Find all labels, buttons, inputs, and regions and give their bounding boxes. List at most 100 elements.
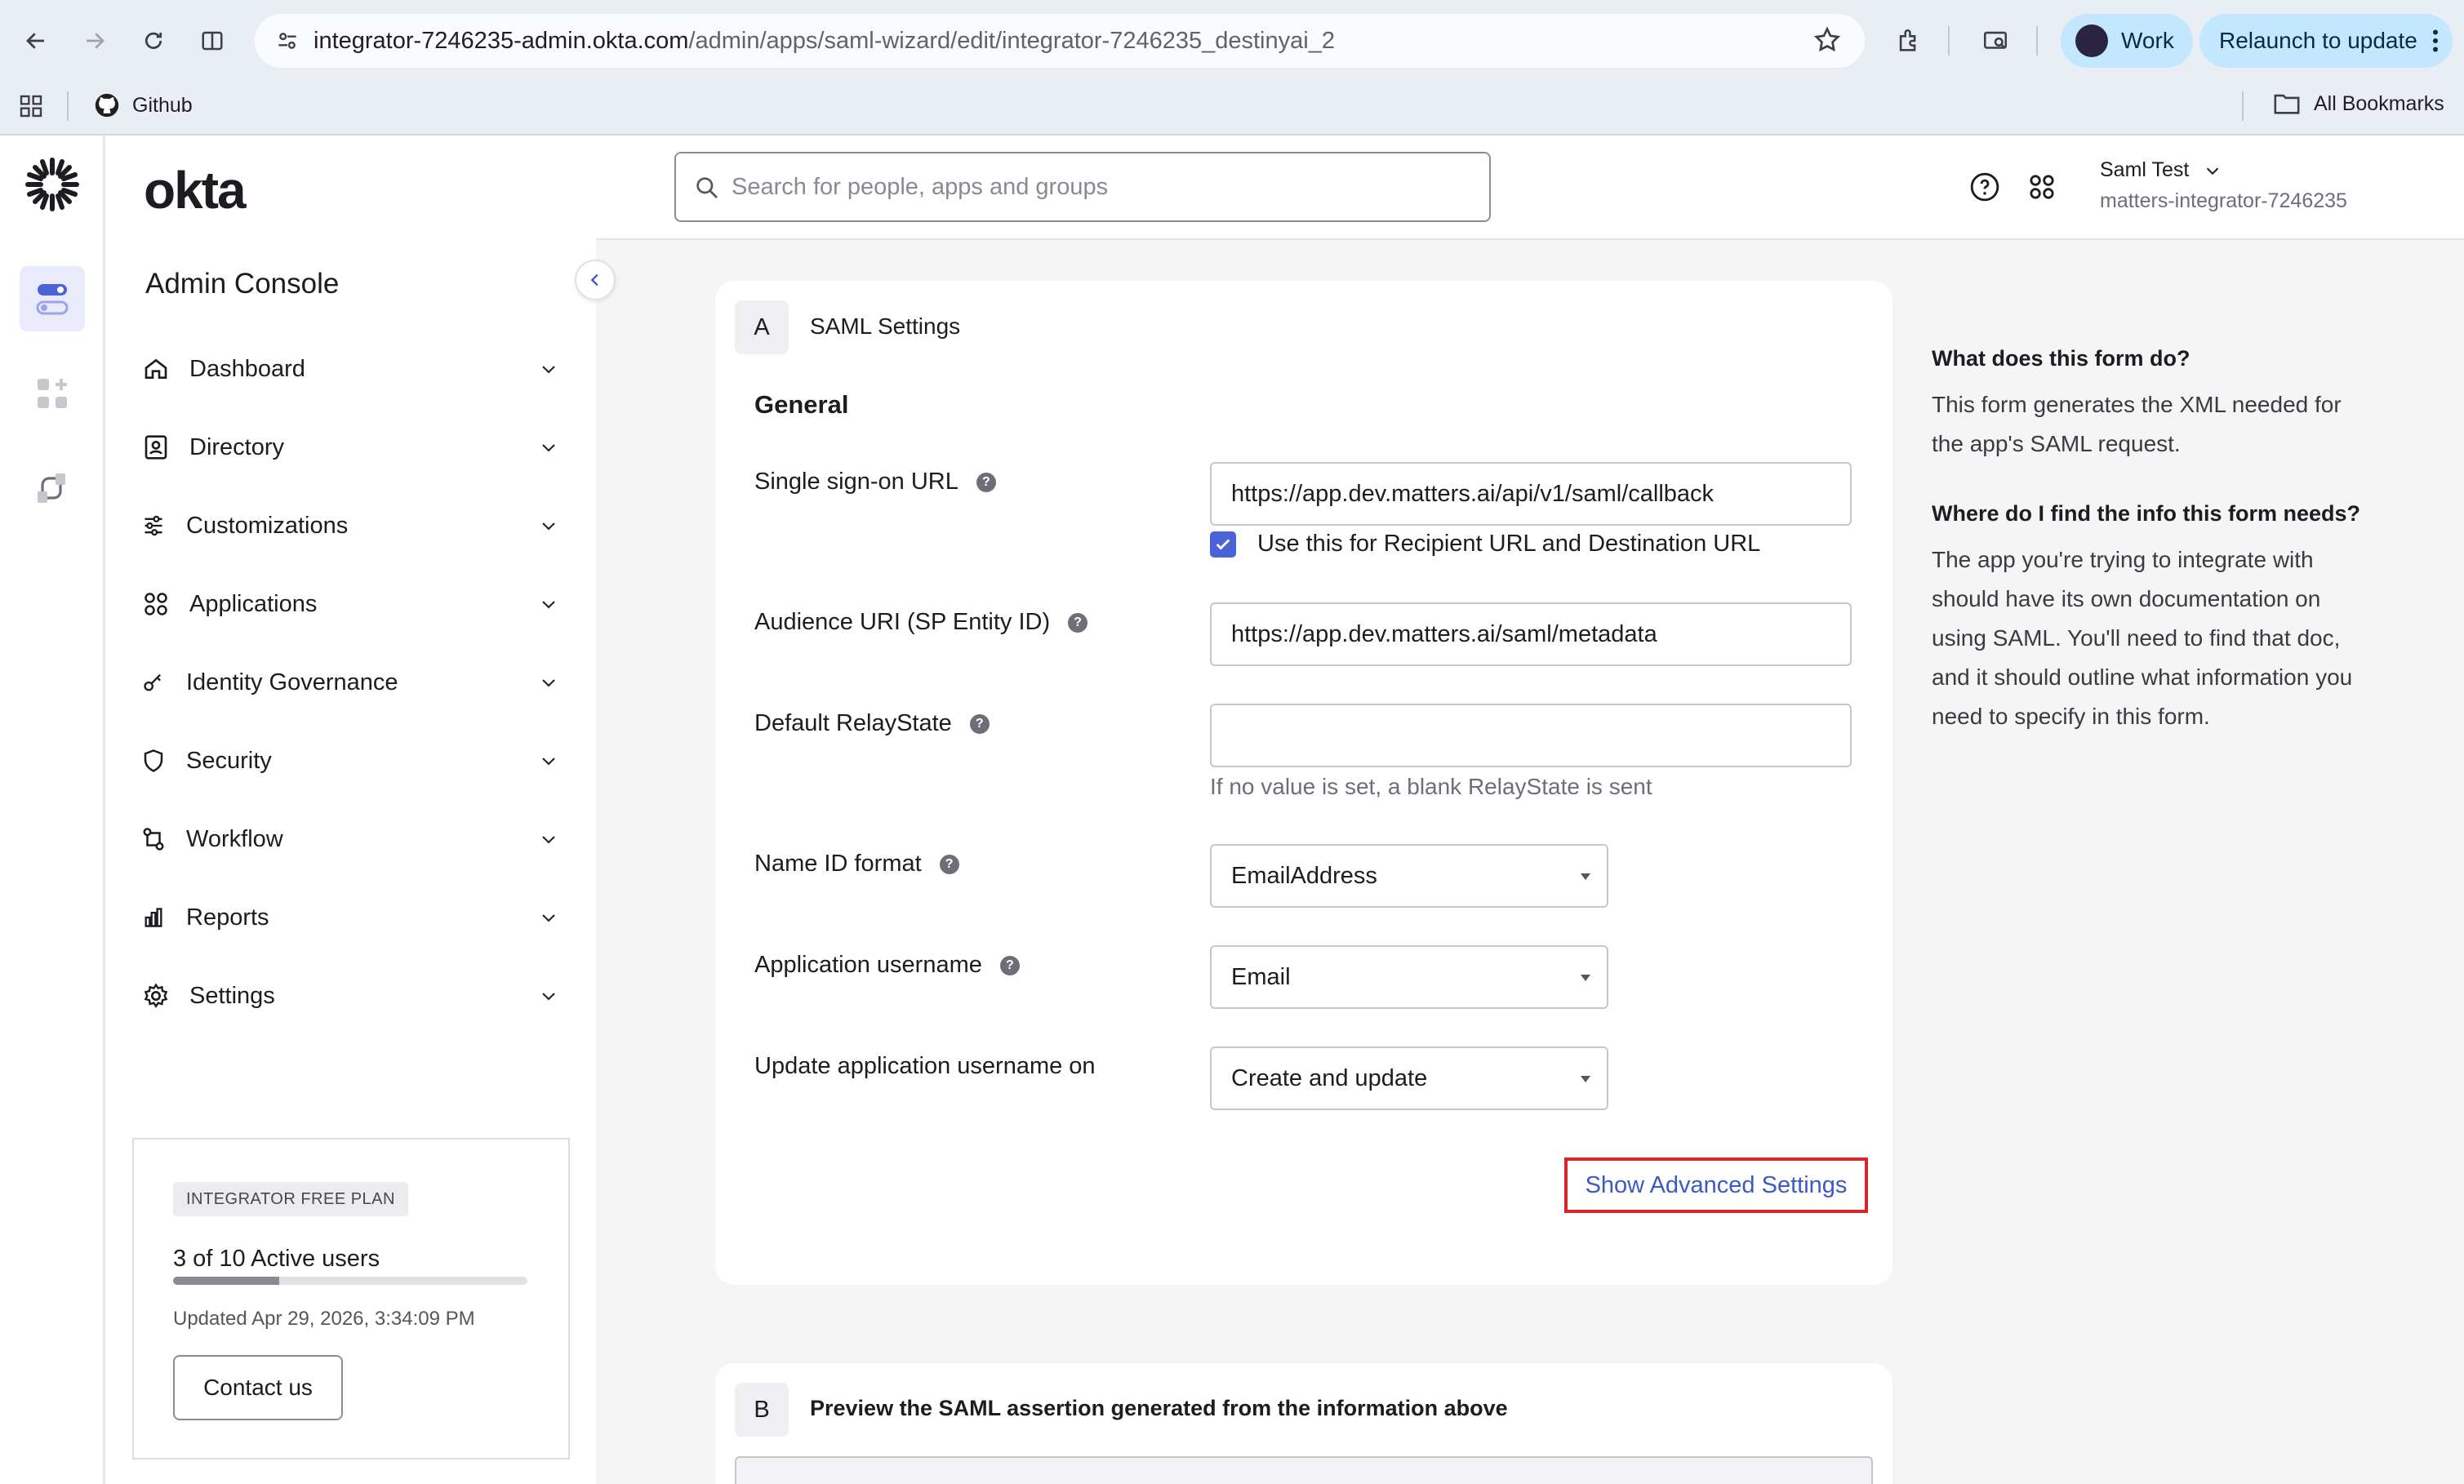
shield-icon	[142, 747, 165, 775]
org-name: matters-integrator-7246235	[2100, 189, 2347, 212]
sso-url-input[interactable]: https://app.dev.matters.ai/api/v1/saml/c…	[1210, 462, 1852, 526]
help-answer: The app you're trying to integrate with …	[1932, 547, 2353, 729]
back-icon[interactable]	[16, 21, 56, 60]
help-answer: This form generates the XML needed for t…	[1932, 392, 2342, 456]
url-host: integrator-7246235-admin.okta.com	[314, 27, 689, 54]
toolbar-divider	[2036, 26, 2038, 56]
search-input[interactable]: Search for people, apps and groups	[674, 152, 1491, 222]
forward-icon[interactable]	[75, 21, 114, 60]
app-username-select[interactable]: Email	[1210, 945, 1608, 1009]
recipient-checkbox[interactable]	[1210, 531, 1236, 558]
bookmarks-bar: Github All Bookmarks	[0, 82, 2464, 134]
help-icon[interactable]	[1969, 171, 2000, 202]
more-vertical-icon[interactable]	[2431, 29, 2440, 53]
user-menu[interactable]: Saml Test	[2100, 158, 2222, 182]
active-users-progress	[173, 1277, 527, 1285]
relaystate-input[interactable]	[1210, 704, 1852, 767]
help-question: Where do I find the info this form needs…	[1932, 501, 2360, 526]
collapse-sidebar-button[interactable]	[575, 260, 616, 300]
section-title: Preview the SAML assertion generated fro…	[810, 1396, 1508, 1420]
recipient-checkbox-label: Use this for Recipient URL and Destinati…	[1257, 531, 1761, 557]
help-tooltip-icon[interactable]: ?	[969, 713, 990, 734]
section-title: SAML Settings	[810, 313, 961, 339]
cast-search-icon[interactable]	[1976, 21, 2015, 60]
audience-uri-label: Audience URI (SP Entity ID) ?	[754, 609, 1088, 636]
select-value: Email	[1231, 963, 1291, 990]
select-value: Create and update	[1231, 1064, 1428, 1091]
nameid-format-select[interactable]: EmailAddress	[1210, 844, 1608, 908]
chevron-down-icon	[539, 908, 558, 927]
help-tooltip-icon[interactable]: ?	[939, 854, 959, 874]
okta-logo[interactable]: okta	[144, 160, 247, 220]
dropdown-caret-icon	[1581, 1076, 1590, 1082]
console-title: Admin Console	[145, 268, 340, 300]
chevron-down-icon	[2204, 162, 2222, 180]
sidebar-item-label: Dashboard	[189, 355, 305, 382]
chevron-down-icon	[539, 751, 558, 771]
plan-card: INTEGRATOR FREE PLAN 3 of 10 Active user…	[132, 1138, 570, 1460]
relaunch-button[interactable]: Relaunch to update	[2199, 14, 2453, 68]
reports-icon	[142, 904, 165, 931]
show-advanced-settings-link[interactable]: Show Advanced Settings	[1564, 1157, 1868, 1213]
okta-aura-logo-icon[interactable]	[24, 157, 80, 212]
site-settings-icon[interactable]	[274, 28, 300, 54]
help-panel: What does this form do? This form genera…	[1932, 343, 2373, 736]
saml-settings-card: A SAML Settings General Single sign-on U…	[715, 281, 1892, 1285]
sidebar-item-security[interactable]: Security	[142, 735, 558, 787]
sidebar-item-workflow[interactable]: Workflow	[142, 813, 558, 865]
plan-updated-text: Updated Apr 29, 2026, 3:34:09 PM	[173, 1308, 475, 1330]
help-tooltip-icon[interactable]: ?	[999, 955, 1020, 975]
sidebar-item-dashboard[interactable]: Dashboard	[142, 343, 558, 395]
gear-icon	[142, 982, 170, 1010]
sidebar-item-customizations[interactable]: Customizations	[142, 500, 558, 552]
chevron-down-icon	[539, 516, 558, 535]
group-title: General	[754, 390, 849, 419]
extensions-icon[interactable]	[1889, 21, 1928, 60]
all-bookmarks-label: All Bookmarks	[2314, 91, 2444, 115]
update-username-on-select[interactable]: Create and update	[1210, 1046, 1608, 1110]
sidebar-item-directory[interactable]: Directory	[142, 421, 558, 473]
sidebar-item-reports[interactable]: Reports	[142, 891, 558, 944]
admin-toggle-icon[interactable]	[20, 266, 85, 331]
sidebar-item-settings[interactable]: Settings	[142, 970, 558, 1022]
chevron-left-icon	[586, 271, 604, 289]
profile-button[interactable]: Work	[2061, 14, 2193, 68]
chevron-down-icon	[539, 829, 558, 849]
app-rail	[0, 136, 105, 1484]
reload-icon[interactable]	[134, 21, 173, 60]
integrations-icon[interactable]	[36, 470, 69, 506]
dropdown-caret-icon	[1581, 975, 1590, 981]
key-icon	[142, 669, 165, 696]
apps-grid-icon[interactable]	[18, 93, 44, 119]
all-bookmarks-button[interactable]: All Bookmarks	[2273, 91, 2444, 116]
bookmark-github[interactable]: Github	[93, 91, 193, 119]
sidebar-item-label: Customizations	[186, 512, 349, 539]
help-tooltip-icon[interactable]: ?	[976, 472, 996, 492]
sidebar-item-label: Security	[186, 747, 272, 774]
sidebar-item-label: Identity Governance	[186, 669, 398, 695]
browser-chrome: integrator-7246235-admin.okta.com/admin/…	[0, 0, 2464, 136]
app-switcher-icon[interactable]	[2026, 171, 2057, 202]
chevron-down-icon	[539, 359, 558, 379]
contact-us-button[interactable]: Contact us	[173, 1355, 343, 1420]
help-tooltip-icon[interactable]: ?	[1068, 612, 1088, 633]
sidebar-item-label: Applications	[189, 590, 318, 617]
select-value: EmailAddress	[1231, 862, 1377, 889]
workflow-icon	[142, 825, 165, 853]
audience-uri-input[interactable]: https://app.dev.matters.ai/saml/metadata	[1210, 602, 1852, 666]
search-placeholder: Search for people, apps and groups	[732, 173, 1109, 200]
home-icon	[142, 355, 170, 383]
address-bar[interactable]: integrator-7246235-admin.okta.com/admin/…	[255, 14, 1865, 68]
active-users-progress-fill	[173, 1277, 280, 1285]
active-users-text: 3 of 10 Active users	[173, 1246, 380, 1272]
bookmark-star-icon[interactable]	[1812, 25, 1842, 55]
relaystate-hint: If no value is set, a blank RelayState i…	[1210, 774, 1652, 799]
bookmark-github-label: Github	[132, 93, 193, 117]
sidebar-item-identity-governance[interactable]: Identity Governance	[142, 656, 558, 709]
sidebar-item-applications[interactable]: Applications	[142, 578, 558, 630]
add-apps-icon[interactable]	[36, 377, 69, 410]
relaystate-label: Default RelayState ?	[754, 710, 990, 737]
recipient-checkbox-row[interactable]: Use this for Recipient URL and Destinati…	[1210, 531, 1760, 558]
chevron-down-icon	[539, 673, 558, 692]
split-view-icon[interactable]	[193, 21, 232, 60]
